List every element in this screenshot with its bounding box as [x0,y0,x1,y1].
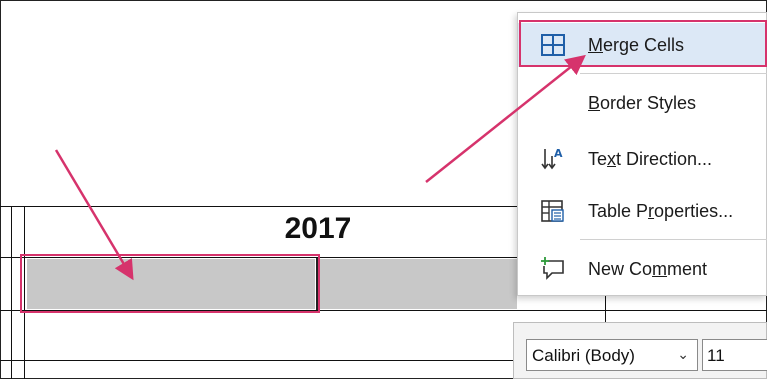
annotation-arrows [54,54,586,281]
arrow-to-selected-cells [54,149,134,281]
arrow-to-merge-cells [425,54,586,183]
